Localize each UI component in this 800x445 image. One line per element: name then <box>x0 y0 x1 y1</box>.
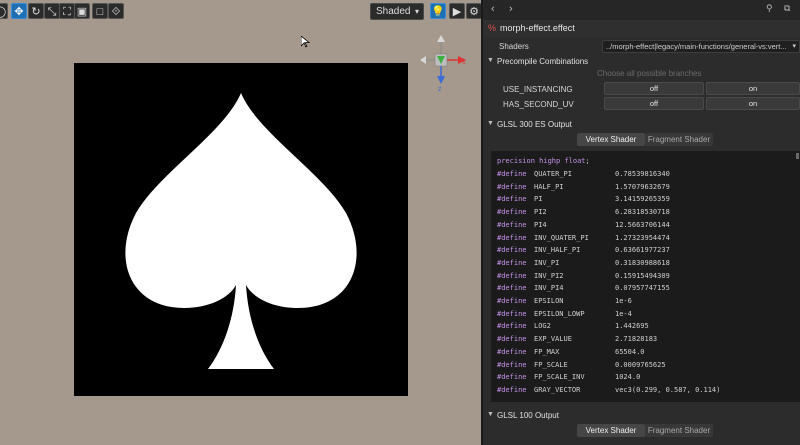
svg-text:z: z <box>438 86 442 92</box>
light-icon[interactable]: 💡 <box>430 3 446 19</box>
asset-title-row: % morph-effect.effect <box>483 20 800 37</box>
gear-icon[interactable]: ⚙ <box>466 3 481 19</box>
local-space-icon[interactable]: □ <box>92 3 108 19</box>
shaders-label: Shaders <box>499 42 529 51</box>
code-line-define: #define EPSILON 1e-6 <box>497 297 632 305</box>
use-instancing-off-button[interactable]: off <box>604 82 704 95</box>
glsl100-header-label: GLSL 100 Output <box>497 411 559 420</box>
has-second-uv-label: HAS_SECOND_UV <box>503 100 574 109</box>
scene-viewport[interactable]: ◯ ✥ ↻ ⤡ ⛶ ▣ □ ⟐ Shaded ▾ 💡 ▶ ⚙ x <box>0 0 481 445</box>
shading-mode-select[interactable]: Shaded ▾ <box>370 3 424 20</box>
code-line-define: #define LOG2 1.442695 <box>497 322 649 331</box>
code-line-define: #define INV_PI4 0.07957747155 <box>497 284 670 293</box>
precompile-header-label: Precompile Combinations <box>497 57 589 66</box>
copy-icon[interactable]: ⧉ <box>784 3 790 14</box>
code-line-define: #define FP_SCALE 0.0009765625 <box>497 360 666 369</box>
global-icon[interactable]: ⟐ <box>108 3 124 19</box>
move-icon[interactable]: ✥ <box>11 3 27 19</box>
code-line-define: #define GRAY_VECTOR vec3(0.299, 0.587, 0.1… <box>497 385 721 394</box>
camera-icon[interactable]: ▶ <box>449 3 465 19</box>
code-line-define: #define PI 3.14159265359 <box>497 195 670 204</box>
tab-fragment-shader[interactable]: Fragment Shader <box>645 133 713 146</box>
preview-quad <box>74 63 408 396</box>
orientation-gizmo[interactable]: x z <box>420 34 476 93</box>
scale-icon[interactable]: ⤡ <box>44 3 60 19</box>
chevron-down-icon: ▼ <box>487 411 494 418</box>
has-second-uv-off-button[interactable]: off <box>604 97 704 110</box>
tab-vertex-shader[interactable]: Vertex Shader <box>577 424 645 437</box>
select-icon[interactable]: ◯ <box>0 3 8 19</box>
glsl100-tabbar: Vertex Shader Fragment Shader <box>577 424 717 437</box>
choose-branches-hint: Choose all possible branches <box>597 69 702 78</box>
mouse-cursor-icon <box>301 36 311 48</box>
glsl300-header-label: GLSL 300 ES Output <box>497 120 572 129</box>
effect-file-icon: % <box>488 23 497 33</box>
chevron-down-icon: ▼ <box>487 57 494 64</box>
glsl300-tabbar: Vertex Shader Fragment Shader <box>577 133 717 146</box>
code-line-precision: precision highp float; <box>497 157 590 165</box>
code-line-define: #define INV_HALF_PI 0.63661977237 <box>497 246 670 255</box>
code-line-define: #define FP_SCALE_INV 1024.0 <box>497 373 641 382</box>
code-line-define: #define PI4 12.5663706144 <box>497 220 670 229</box>
forward-icon[interactable]: › <box>509 3 513 15</box>
code-line-define: #define EXP_VALUE 2.71828183 <box>497 335 658 344</box>
use-instancing-label: USE_INSTANCING <box>503 85 573 94</box>
asset-title: morph-effect.effect <box>500 23 575 33</box>
code-scrollbar[interactable] <box>796 153 799 159</box>
back-icon[interactable]: ‹ <box>491 3 495 15</box>
has-second-uv-on-button[interactable]: on <box>706 97 800 110</box>
rect-tool-icon[interactable]: ▣ <box>74 3 90 19</box>
spade-shape <box>125 93 357 369</box>
code-line-define: #define FP_MAX 65504.0 <box>497 347 645 356</box>
rotate-icon[interactable]: ↻ <box>28 3 44 19</box>
chevron-down-icon: ▼ <box>487 120 494 127</box>
tab-fragment-shader[interactable]: Fragment Shader <box>645 424 713 437</box>
code-line-define: #define INV_PI2 0.15915494309 <box>497 271 670 280</box>
inspector-nav: ‹ › ⚲ ⧉ <box>483 0 800 21</box>
rect-icon[interactable]: ⛶ <box>59 3 75 19</box>
use-instancing-on-button[interactable]: on <box>706 82 800 95</box>
precompile-section-header[interactable]: ▼ Precompile Combinations <box>483 55 800 69</box>
chevron-down-icon: ▾ <box>414 7 419 16</box>
shader-code-view[interactable]: precision highp float; #define QUATER_PI 0… <box>491 151 800 402</box>
code-line-define: #define PI2 6.28318530718 <box>497 208 670 217</box>
shading-mode-value: Shaded <box>376 6 411 17</box>
svg-text:x: x <box>462 59 466 66</box>
pin-icon[interactable]: ⚲ <box>766 3 773 14</box>
code-line-define: #define INV_PI 0.31830988618 <box>497 258 670 267</box>
code-line-define: #define INV_QUATER_PI 1.27323954474 <box>497 233 670 242</box>
shaders-select[interactable]: ../morph-effect|legacy/main-functions/ge… <box>602 40 800 53</box>
code-line-define: #define HALF_PI 1.57079632679 <box>497 182 670 191</box>
shaders-select-value: ../morph-effect|legacy/main-functions/ge… <box>606 42 787 51</box>
chevron-down-icon: ▾ <box>792 43 796 50</box>
tab-vertex-shader[interactable]: Vertex Shader <box>577 133 645 146</box>
inspector-panel: ‹ › ⚲ ⧉ % morph-effect.effect Shaders ..… <box>481 0 800 445</box>
scene-toolbar: ◯ ✥ ↻ ⤡ ⛶ ▣ □ ⟐ Shaded ▾ 💡 ▶ ⚙ <box>0 0 481 24</box>
code-line-define: #define EPSILON_LOWP 1e-4 <box>497 309 632 318</box>
code-line-define: #define QUATER_PI 0.78539816340 <box>497 170 670 178</box>
glsl300-section-header[interactable]: ▼ GLSL 300 ES Output <box>483 118 800 132</box>
glsl100-section-header[interactable]: ▼ GLSL 100 Output <box>483 409 800 423</box>
